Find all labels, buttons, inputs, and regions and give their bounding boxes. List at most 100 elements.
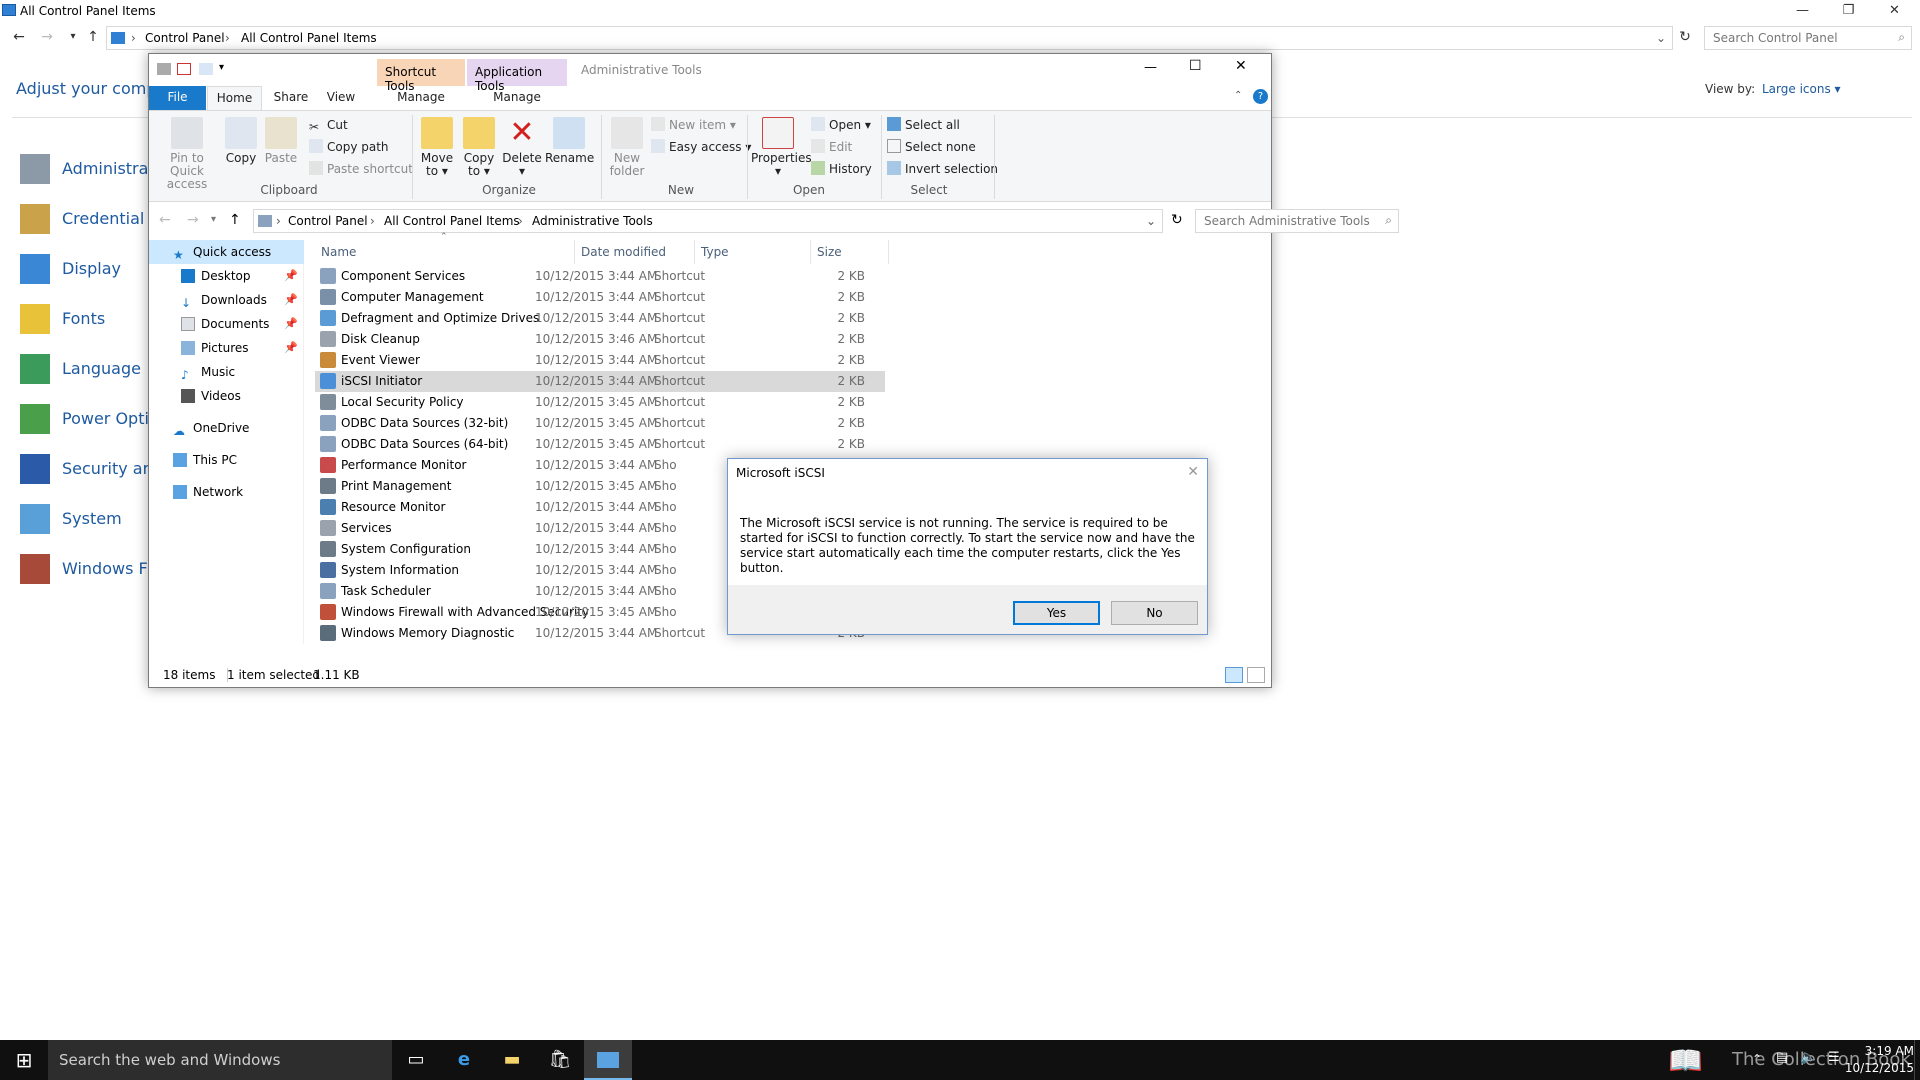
properties-quick-icon[interactable]	[157, 63, 171, 75]
nav-quick-access[interactable]: ★ Quick access	[149, 240, 304, 264]
nav-downloads[interactable]: ↓ Downloads 📌	[149, 288, 304, 312]
rename-button[interactable]: Rename	[545, 117, 594, 165]
search-control-panel-input[interactable]: Search Control Panel ⌕	[1704, 26, 1912, 50]
file-row[interactable]: Event Viewer 10/12/2015 3:44 AM Shortcut 2 …	[315, 350, 885, 371]
tab-manage-application[interactable]: Manage	[467, 86, 567, 110]
show-desktop-button[interactable]	[1914, 1040, 1920, 1080]
cp-item-credential-manager[interactable]: Credential M	[20, 200, 163, 236]
new-item-button[interactable]: New item ▾	[651, 115, 736, 135]
breadcrumb-control-panel[interactable]: Control Panel	[145, 31, 225, 45]
task-view-icon[interactable]: ▭	[392, 1040, 440, 1080]
breadcrumb-all-items[interactable]: All Control Panel Items	[384, 214, 520, 228]
taskbar-search[interactable]: Search the web and Windows	[48, 1040, 392, 1080]
close-button[interactable]: ✕	[1235, 58, 1247, 74]
recent-locations-button[interactable]: ▾	[62, 26, 84, 48]
restore-button[interactable]: ❐	[1826, 0, 1871, 22]
forward-button[interactable]: →	[187, 212, 199, 228]
new-folder-quick-icon[interactable]	[199, 63, 213, 75]
network-tray-icon[interactable]: ▤	[1776, 1050, 1788, 1065]
checkbox-icon[interactable]	[177, 63, 191, 75]
details-view-icon[interactable]	[1225, 667, 1243, 683]
select-all-button[interactable]: Select all	[887, 115, 960, 135]
large-icons-view-icon[interactable]	[1247, 667, 1265, 683]
cp-item-administrative-tools[interactable]: Administrati	[20, 150, 159, 186]
control-panel-taskbar-icon[interactable]	[584, 1040, 632, 1080]
back-button[interactable]: ←	[159, 212, 171, 228]
edit-button[interactable]: Edit	[811, 137, 852, 157]
file-row[interactable]: Component Services 10/12/2015 3:44 AM Shor…	[315, 266, 885, 287]
refresh-button[interactable]: ↻	[1171, 212, 1183, 228]
edge-icon[interactable]: e	[440, 1040, 488, 1080]
notification-icon[interactable]: ☰	[1828, 1050, 1840, 1065]
forward-button[interactable]: →	[36, 26, 58, 48]
cp-item-display[interactable]: Display	[20, 250, 150, 286]
tab-home[interactable]: Home	[207, 86, 262, 110]
cp-item-power-options[interactable]: Power Optio	[20, 400, 159, 436]
refresh-button[interactable]: ↻	[1674, 26, 1696, 48]
column-header-name[interactable]: Name	[315, 240, 575, 264]
file-row[interactable]: ODBC Data Sources (64-bit) 10/12/2015 3:4…	[315, 434, 885, 455]
delete-button[interactable]: ✕ Delete ▾	[501, 117, 543, 178]
file-row[interactable]: iSCSI Initiator 10/12/2015 3:44 AM Shortcu…	[315, 371, 885, 392]
breadcrumb-control-panel[interactable]: Control Panel	[288, 214, 368, 228]
chevron-up-icon[interactable]: ⌃	[1752, 1052, 1762, 1066]
cut-button[interactable]: ✂ Cut	[309, 115, 348, 135]
file-row[interactable]: Disk Cleanup 10/12/2015 3:46 AM Shortcut 2 …	[315, 329, 885, 350]
start-windows-icon[interactable]: ⊞	[0, 1040, 48, 1080]
nav-onedrive[interactable]: ☁ OneDrive	[149, 416, 304, 440]
store-icon[interactable]: 🛍	[536, 1040, 584, 1080]
paste-button[interactable]: Paste	[261, 117, 301, 165]
cp-item-system[interactable]: System	[20, 500, 150, 536]
copy-to-button[interactable]: Copy to ▾	[458, 117, 500, 178]
history-button[interactable]: History	[811, 159, 872, 179]
file-row[interactable]: Defragment and Optimize Drives 10/12/2015…	[315, 308, 885, 329]
column-header-type[interactable]: Type	[695, 240, 811, 264]
up-button[interactable]: ↑	[82, 26, 104, 48]
minimize-button[interactable]: —	[1144, 60, 1157, 75]
paste-shortcut-button[interactable]: Paste shortcut	[309, 159, 413, 179]
open-button[interactable]: Open ▾	[811, 115, 871, 135]
column-header-size[interactable]: Size	[811, 240, 889, 264]
chevron-up-icon[interactable]: ⌃	[1234, 90, 1242, 101]
pin-to-quick-access-button[interactable]: Pin to Quick access	[155, 117, 219, 191]
nav-desktop[interactable]: Desktop 📌	[149, 264, 304, 288]
copy-button[interactable]: Copy	[221, 117, 261, 165]
copy-path-button[interactable]: Copy path	[309, 137, 389, 157]
dropdown-arrow-icon[interactable]: ⌄	[1146, 214, 1156, 228]
nav-documents[interactable]: Documents 📌	[149, 312, 304, 336]
dialog-close-icon[interactable]: ✕	[1187, 464, 1199, 480]
minimize-button[interactable]: —	[1780, 0, 1825, 22]
select-none-button[interactable]: Select none	[887, 137, 976, 157]
cp-item-fonts[interactable]: Fonts	[20, 300, 150, 336]
back-button[interactable]: ←	[8, 26, 30, 48]
file-explorer-icon[interactable]: ▬	[488, 1040, 536, 1080]
file-row[interactable]: Computer Management 10/12/2015 3:44 AM Sho…	[315, 287, 885, 308]
easy-access-button[interactable]: Easy access ▾	[651, 137, 751, 157]
cp-item-language[interactable]: Language	[20, 350, 150, 386]
view-by-dropdown[interactable]: Large icons ▾	[1762, 82, 1841, 96]
nav-this-pc[interactable]: This PC	[149, 448, 304, 472]
no-button[interactable]: No	[1111, 601, 1198, 625]
cp-item-windows-firewall[interactable]: Windows Fir	[20, 550, 158, 586]
tab-file[interactable]: File	[149, 86, 206, 110]
new-folder-button[interactable]: New folder	[605, 117, 649, 178]
explorer-address-bar[interactable]: › Control Panel › All Control Panel Item…	[253, 209, 1163, 233]
recent-locations-button[interactable]: ▾	[211, 214, 216, 225]
dropdown-arrow-icon[interactable]: ⌄	[1656, 31, 1666, 45]
breadcrumb-all-items[interactable]: All Control Panel Items	[241, 31, 377, 45]
properties-button[interactable]: Properties ▾	[751, 117, 812, 178]
help-icon[interactable]: ?	[1253, 89, 1268, 104]
address-bar[interactable]: › Control Panel › All Control Panel Item…	[106, 26, 1673, 50]
maximize-button[interactable]: ☐	[1189, 58, 1202, 74]
customize-qat-icon[interactable]: ▾	[219, 62, 224, 73]
close-button[interactable]: ✕	[1872, 0, 1917, 22]
breadcrumb-administrative-tools[interactable]: Administrative Tools	[532, 214, 653, 228]
file-row[interactable]: Local Security Policy 10/12/2015 3:45 AM S…	[315, 392, 885, 413]
tab-manage-shortcut[interactable]: Manage	[377, 86, 465, 110]
column-header-date[interactable]: Date modified	[575, 240, 695, 264]
nav-music[interactable]: ♪ Music	[149, 360, 304, 384]
yes-button[interactable]: Yes	[1013, 601, 1100, 625]
tab-view[interactable]: View	[319, 86, 363, 110]
search-administrative-tools-input[interactable]: Search Administrative Tools ⌕	[1195, 209, 1399, 233]
up-button[interactable]: ↑	[229, 212, 241, 228]
